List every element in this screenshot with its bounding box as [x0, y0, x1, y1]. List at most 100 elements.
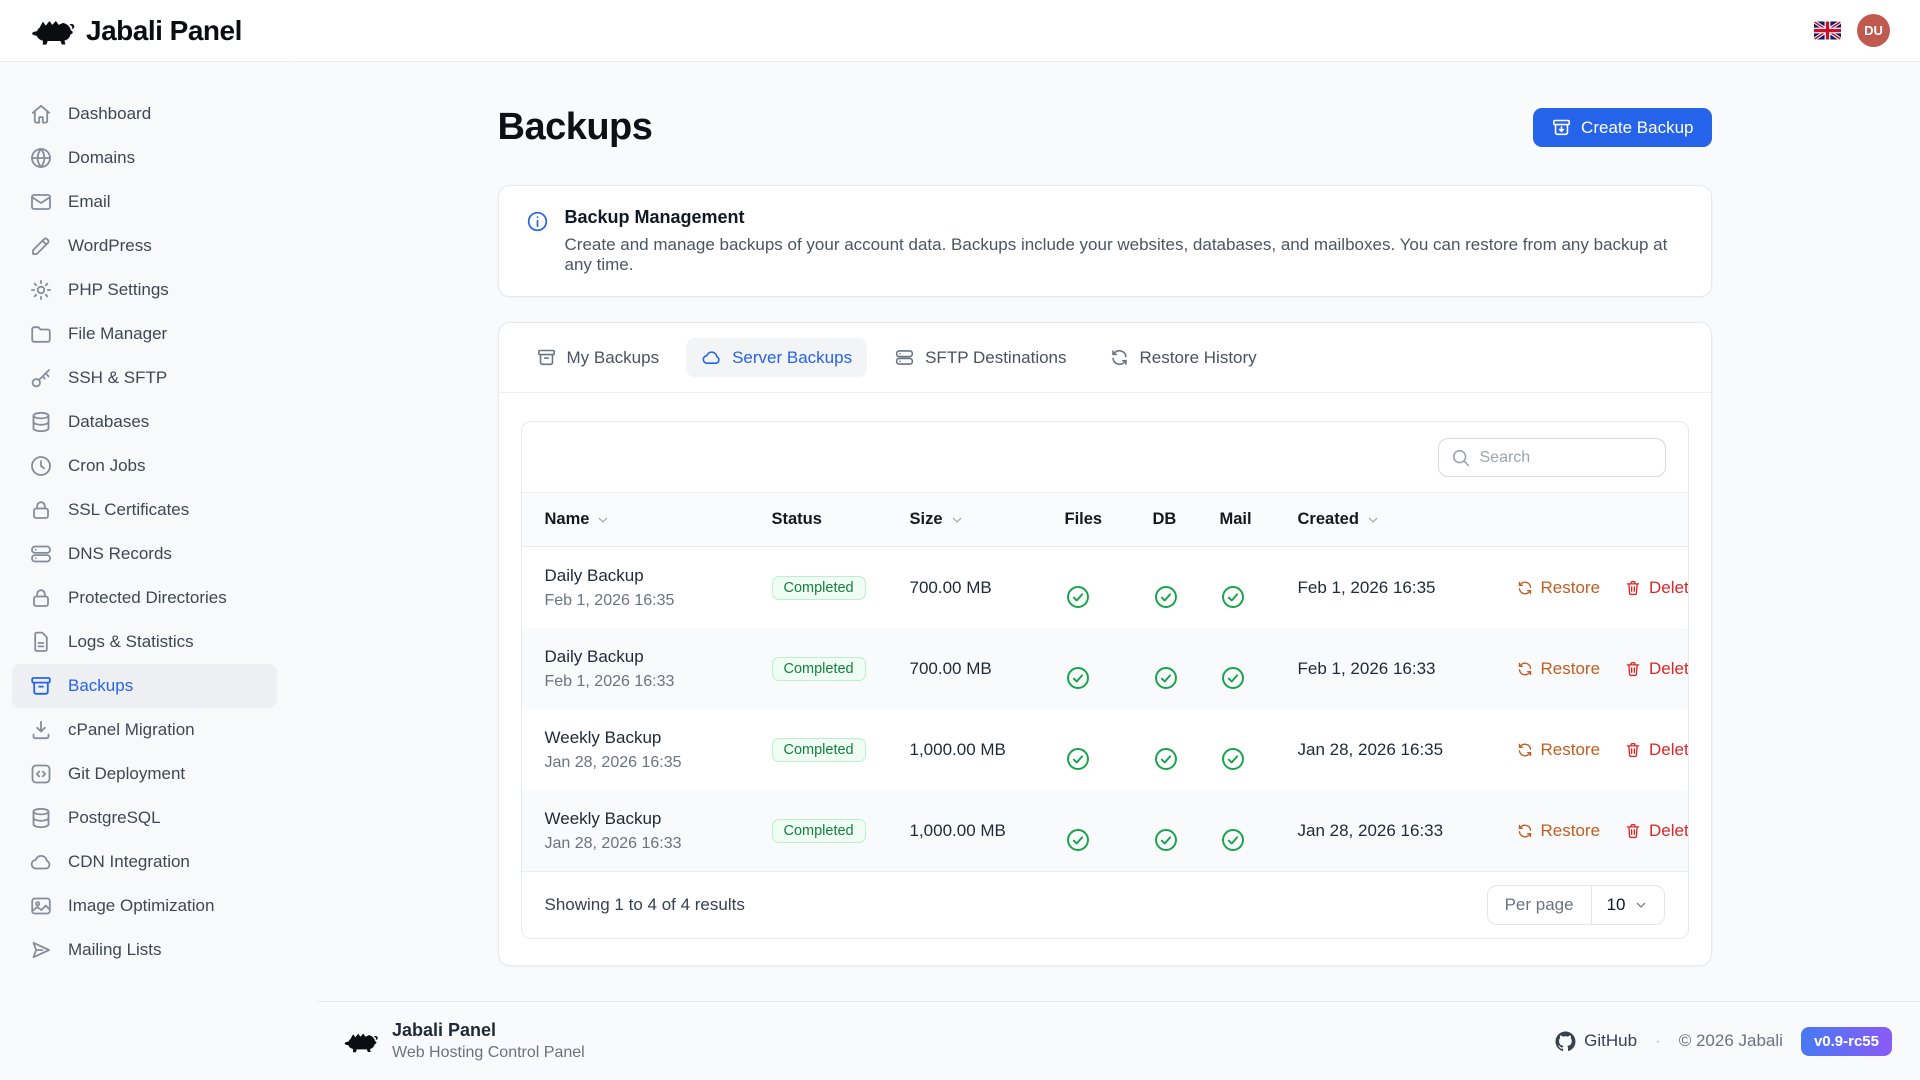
create-backup-button[interactable]: Create Backup	[1533, 108, 1711, 147]
sidebar-item-php-settings[interactable]: PHP Settings	[12, 268, 277, 312]
app-logo[interactable]: Jabali Panel	[30, 14, 242, 48]
cell-size: 1,000.00 MB	[910, 821, 1065, 841]
table-column-header: Files	[1065, 510, 1153, 529]
sidebar-item-icon	[29, 454, 53, 478]
sidebar-item-label: Git Deployment	[68, 764, 185, 784]
sidebar-item-icon	[29, 102, 53, 126]
search-input[interactable]	[1438, 438, 1666, 477]
cell-db	[1153, 566, 1220, 610]
chevron-down-icon	[1633, 897, 1649, 913]
sidebar-item-cpanel-migration[interactable]: cPanel Migration	[12, 708, 277, 752]
table-column-header[interactable]: Size	[910, 510, 1065, 529]
sidebar-item-label: Cron Jobs	[68, 456, 145, 476]
sidebar-item-logs-statistics[interactable]: Logs & Statistics	[12, 620, 277, 664]
column-label: Mail	[1220, 510, 1252, 529]
per-page-select[interactable]: Per page 10	[1487, 885, 1665, 925]
info-icon	[526, 210, 549, 233]
sidebar-item-icon	[29, 542, 53, 566]
sidebar-item-dns-records[interactable]: DNS Records	[12, 532, 277, 576]
sidebar-item-label: Mailing Lists	[68, 940, 162, 960]
tab-icon	[701, 347, 722, 368]
tab-server-backups[interactable]: Server Backups	[686, 338, 867, 377]
sidebar-item-email[interactable]: Email	[12, 180, 277, 224]
delete-button[interactable]: Delete	[1624, 578, 1688, 598]
check-circle-icon	[1153, 584, 1220, 610]
delete-button[interactable]: Delete	[1624, 821, 1688, 841]
sidebar-item-git-deployment[interactable]: Git Deployment	[12, 752, 277, 796]
sidebar-item-icon	[29, 498, 53, 522]
sidebar-item-icon	[29, 806, 53, 830]
sidebar-item-ssl-certificates[interactable]: SSL Certificates	[12, 488, 277, 532]
trash-icon	[1624, 822, 1642, 840]
per-page-label: Per page	[1488, 886, 1591, 924]
restore-button[interactable]: Restore	[1516, 578, 1601, 598]
backup-date: Feb 1, 2026 16:35	[545, 592, 772, 610]
sidebar-item-protected-directories[interactable]: Protected Directories	[12, 576, 277, 620]
table-row: Daily Backup Feb 1, 2026 16:33 Completed…	[522, 628, 1688, 709]
sidebar-item-cdn-integration[interactable]: CDN Integration	[12, 840, 277, 884]
backups-card: My Backups Server Backups SFTP Destinati…	[498, 322, 1712, 966]
sidebar-item-postgresql[interactable]: PostgreSQL	[12, 796, 277, 840]
sidebar-item-image-optimization[interactable]: Image Optimization	[12, 884, 277, 928]
table-row: Daily Backup Feb 1, 2026 16:35 Completed…	[522, 547, 1688, 628]
sidebar-item-backups[interactable]: Backups	[12, 664, 277, 708]
refresh-icon	[1516, 741, 1534, 759]
sidebar-item-domains[interactable]: Domains	[12, 136, 277, 180]
tab-my-backups[interactable]: My Backups	[521, 338, 675, 377]
tab-sftp-destinations[interactable]: SFTP Destinations	[879, 338, 1081, 377]
sidebar-item-file-manager[interactable]: File Manager	[12, 312, 277, 356]
sidebar-item-icon	[29, 278, 53, 302]
table-column-header[interactable]: Name	[545, 510, 772, 529]
cell-name: Daily Backup Feb 1, 2026 16:33	[545, 647, 772, 691]
user-avatar[interactable]: DU	[1857, 14, 1890, 47]
sidebar-item-mailing-lists[interactable]: Mailing Lists	[12, 928, 277, 972]
trash-icon	[1624, 741, 1642, 759]
github-link[interactable]: GitHub	[1555, 1031, 1637, 1052]
sidebar-item-cron-jobs[interactable]: Cron Jobs	[12, 444, 277, 488]
page-footer: Jabali Panel Web Hosting Control Panel G…	[317, 1001, 1920, 1080]
cell-size: 1,000.00 MB	[910, 740, 1065, 760]
cell-actions: Restore Delete	[1516, 659, 1689, 679]
trash-icon	[1624, 579, 1642, 597]
sidebar-item-databases[interactable]: Databases	[12, 400, 277, 444]
sidebar-item-wordpress[interactable]: WordPress	[12, 224, 277, 268]
delete-button[interactable]: Delete	[1624, 740, 1688, 760]
sidebar-item-ssh-sftp[interactable]: SSH & SFTP	[12, 356, 277, 400]
sidebar-item-label: Domains	[68, 148, 135, 168]
column-label: Status	[772, 510, 822, 529]
cell-status: Completed	[772, 576, 910, 600]
cell-created: Jan 28, 2026 16:35	[1298, 740, 1516, 760]
sidebar-item-label: Email	[68, 192, 111, 212]
table-column-header: Mail	[1220, 510, 1298, 529]
table-column-header[interactable]: Created	[1298, 510, 1516, 529]
trash-icon	[1624, 660, 1642, 678]
sidebar-item-label: SSL Certificates	[68, 500, 189, 520]
delete-button[interactable]: Delete	[1624, 659, 1688, 679]
sidebar-item-dashboard[interactable]: Dashboard	[12, 92, 277, 136]
sidebar-item-icon	[29, 410, 53, 434]
sidebar-item-label: SSH & SFTP	[68, 368, 167, 388]
table-header: Name Status Size Files	[522, 492, 1688, 547]
cell-files	[1065, 728, 1153, 772]
cell-status: Completed	[772, 819, 910, 843]
backup-management-banner: Backup Management Create and manage back…	[498, 185, 1712, 297]
restore-button[interactable]: Restore	[1516, 821, 1601, 841]
refresh-icon	[1516, 660, 1534, 678]
cell-actions: Restore Delete	[1516, 578, 1689, 598]
restore-button[interactable]: Restore	[1516, 740, 1601, 760]
sidebar: Dashboard Domains Email WordPress PHP Se…	[0, 62, 289, 1080]
sidebar-item-icon	[29, 366, 53, 390]
language-flag-icon[interactable]	[1814, 21, 1841, 40]
sidebar-item-label: Protected Directories	[68, 588, 227, 608]
sidebar-item-label: DNS Records	[68, 544, 172, 564]
search-box	[1438, 438, 1666, 477]
backup-date: Feb 1, 2026 16:33	[545, 673, 772, 691]
backup-date: Jan 28, 2026 16:33	[545, 835, 772, 853]
check-circle-icon	[1065, 827, 1153, 853]
banner-title: Backup Management	[565, 207, 1684, 228]
refresh-icon	[1516, 579, 1534, 597]
cell-name: Daily Backup Feb 1, 2026 16:35	[545, 566, 772, 610]
tab-restore-history[interactable]: Restore History	[1094, 338, 1272, 377]
restore-button[interactable]: Restore	[1516, 659, 1601, 679]
table-row: Weekly Backup Jan 28, 2026 16:33 Complet…	[522, 790, 1688, 871]
